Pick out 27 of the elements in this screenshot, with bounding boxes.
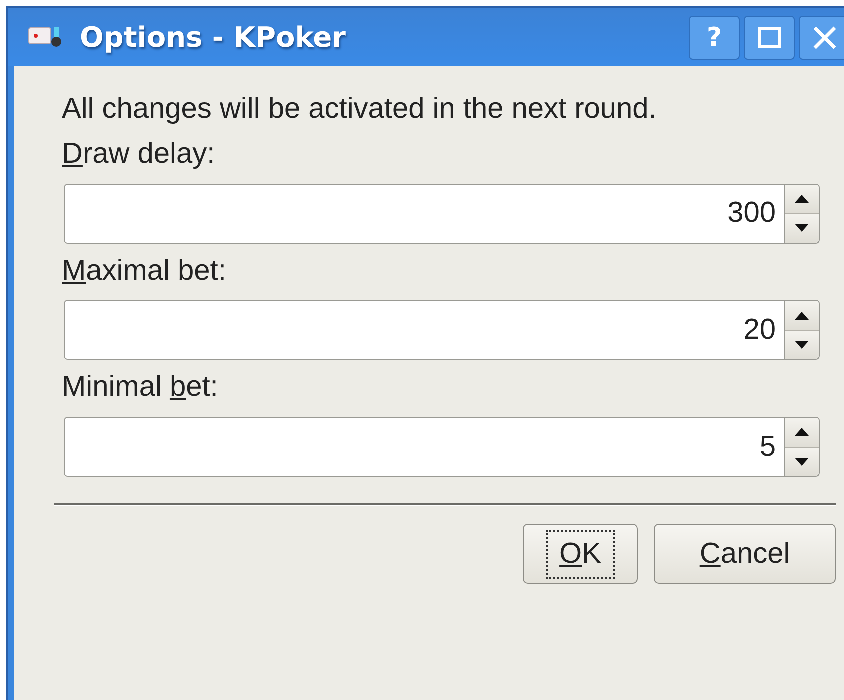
increment-button[interactable] [785,301,819,330]
up-arrow-icon [795,194,809,203]
decrement-button[interactable] [785,330,819,360]
decrement-button[interactable] [785,213,819,243]
down-arrow-icon [795,224,809,232]
up-arrow-icon [795,312,809,320]
info-message: All changes will be activated in the next round. [62,92,658,127]
spin-box[interactable]: 20 [64,300,820,360]
spin-box[interactable]: 300 [64,184,820,244]
cards-icon [28,25,62,49]
maximize-button[interactable] [744,16,795,60]
maximize-icon [758,26,782,50]
down-arrow-icon [795,341,809,350]
field-label: Maximal bet: [62,254,228,288]
dialog-button[interactable]: OK [523,524,638,584]
field-label: Minimal bet: [62,370,220,406]
dialog-button[interactable]: Cancel [654,524,836,584]
down-arrow-icon [795,458,809,466]
close-button[interactable] [799,16,844,60]
up-arrow-icon [795,428,809,436]
increment-button[interactable] [785,184,819,214]
spin-box[interactable]: 5 [64,417,820,478]
increment-button[interactable] [785,418,819,447]
window-title: Options - KPoker [80,20,347,54]
close-icon [812,25,838,51]
field-label: Draw delay: [62,136,216,172]
decrement-button[interactable] [785,446,819,476]
